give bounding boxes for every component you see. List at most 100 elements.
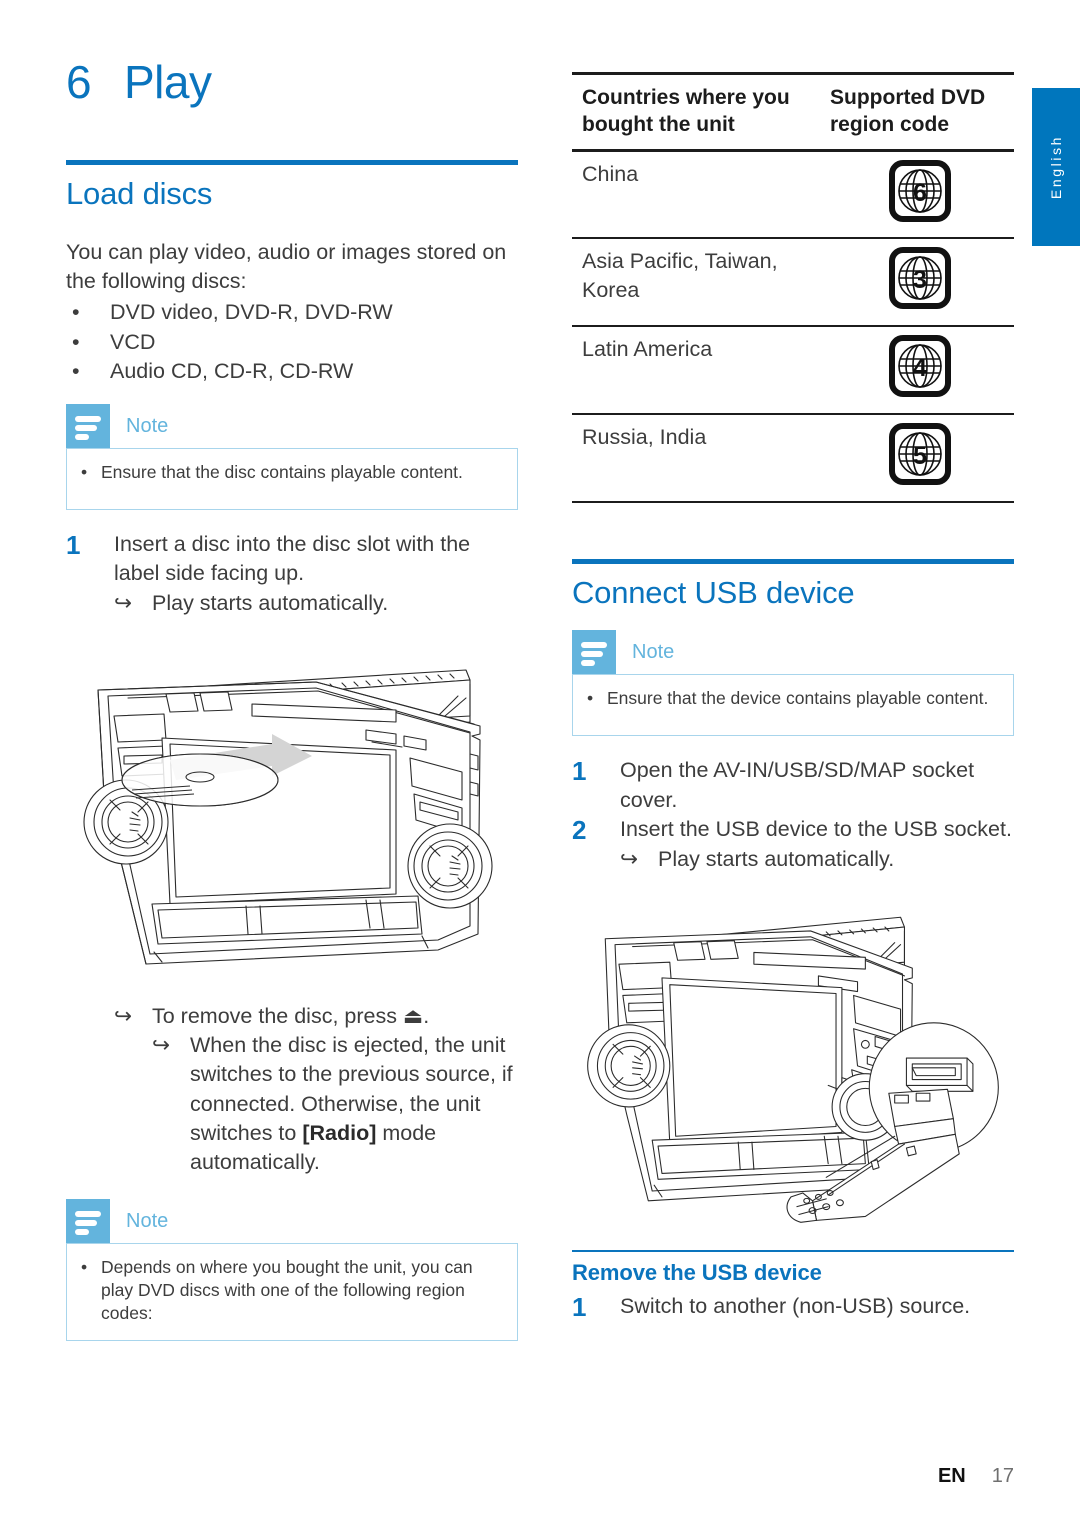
chapter-title: 6 Play (66, 56, 518, 108)
chapter-number: 6 (66, 56, 92, 108)
table-cell-region-code: 3 (820, 238, 1014, 326)
result-arrow-icon: ↪ (152, 1033, 171, 1058)
table-row: Latin America 4 (572, 326, 1014, 414)
section-title-load-discs: Load discs (66, 176, 213, 212)
step-number: 1 (572, 756, 587, 787)
intro-paragraph: You can play video, audio or images stor… (66, 239, 507, 294)
section-rule (66, 160, 518, 166)
chapter-name: Play (124, 56, 212, 108)
step-result-text: Play starts automatically. (152, 590, 389, 615)
left-column: 6 Play Load discs You can play video, au… (66, 58, 518, 1361)
note-item-text: Ensure that the disc contains playable c… (101, 462, 463, 483)
footer-page-number: 17 (991, 1465, 1014, 1487)
subsection-rule (572, 1250, 1014, 1253)
table-cell-countries: Latin America (582, 337, 713, 362)
step-result-text: Play starts automatically. (658, 847, 895, 872)
list-item-label: DVD video, DVD-R, DVD-RW (110, 300, 393, 325)
dvd-region-globe-icon: 5 (889, 422, 951, 485)
list-item: • VCD (66, 328, 518, 357)
svg-text:5: 5 (913, 442, 927, 470)
note-label: Note (632, 640, 675, 663)
bullet-glyph: • (587, 688, 594, 709)
step-text: Open the AV-IN/USB/SD/MAP socket cover. (620, 758, 975, 812)
table-cell-countries: Russia, India (582, 424, 707, 449)
result-arrow-icon: ↪ (114, 590, 133, 615)
dvd-region-globe-icon: 6 (889, 159, 951, 222)
result-arrow-icon: ↪ (114, 1003, 133, 1028)
list-item: • DVD video, DVD-R, DVD-RW (66, 298, 518, 327)
step-text: Insert a disc into the disc slot with th… (114, 532, 471, 586)
footer-language-code: EN (937, 1465, 966, 1487)
list-item-label: Audio CD, CD-R, CD-RW (110, 358, 354, 383)
result-arrow-icon: ↪ (620, 847, 639, 872)
note-icon (66, 1199, 110, 1244)
step-insert-usb: 2 Insert the USB device to the USB socke… (572, 815, 1014, 845)
note-item-text: Depends on where you bought the unit, yo… (101, 1257, 473, 1324)
section-rule (572, 558, 1014, 564)
step-text: Switch to another (non-USB) source. (620, 1294, 971, 1319)
note-header: Note (572, 630, 1014, 675)
dvd-region-code-table: Countries where you bought the unit Supp… (572, 72, 1014, 503)
table-header-countries: Countries where you bought the unit (582, 86, 790, 137)
note-box-usb-content: Note • Ensure that the device contains p… (572, 630, 1014, 737)
right-column: Countries where you bought the unit Supp… (572, 72, 1014, 1322)
manual-page: English 6 Play Load discs You can play v… (0, 0, 1080, 1526)
note-box-region-codes: Note • Depends on where you bought the u… (66, 1199, 518, 1341)
note-body: • Ensure that the disc contains playable… (66, 448, 518, 511)
page-footer: EN 17 (938, 1465, 1014, 1488)
table-cell-countries: China (582, 161, 639, 186)
step-number: 1 (66, 530, 81, 561)
bullet-glyph: • (72, 329, 80, 354)
dvd-region-globe-icon: 3 (889, 247, 951, 310)
table-row: Asia Pacific, Taiwan, Korea 3 (572, 238, 1014, 327)
language-tab: English (1032, 88, 1080, 246)
dvd-region-globe-icon: 4 (889, 335, 951, 398)
step-result-play-starts: ↪ Play starts automatically. (620, 845, 1014, 874)
step-result-play-starts: ↪ Play starts automatically. (114, 589, 518, 618)
usb-insert-figure (572, 884, 1024, 1236)
table-header-row: Countries where you bought the unit Supp… (572, 73, 1014, 151)
language-tab-label: English (1048, 134, 1064, 200)
step-switch-source: 1 Switch to another (non-USB) source. (572, 1292, 1014, 1322)
step-text: Insert the USB device to the USB socket. (620, 816, 1012, 841)
table-cell-region-code: 4 (820, 326, 1014, 414)
note-body: • Ensure that the device contains playab… (572, 674, 1014, 737)
note-body: • Depends on where you bought the unit, … (66, 1243, 518, 1341)
note-header: Note (66, 1199, 518, 1244)
bullet-glyph: • (81, 1257, 88, 1278)
table-cell-region-code: 6 (820, 150, 1014, 238)
note-item-text: Ensure that the device contains playable… (607, 688, 989, 709)
note-item: • Ensure that the disc contains playable… (81, 461, 503, 484)
note-icon (572, 630, 616, 675)
list-item-label: VCD (110, 329, 156, 354)
svg-text:3: 3 (913, 266, 927, 294)
step-insert-disc: 1 Insert a disc into the disc slot with … (66, 530, 518, 588)
car-head-unit-usb-insert-illustration (587, 916, 999, 1224)
note-label: Note (126, 414, 169, 437)
table-row: China 6 (572, 150, 1014, 239)
note-label: Note (126, 1209, 169, 1232)
step-open-socket-cover: 1 Open the AV-IN/USB/SD/MAP socket cover… (572, 756, 1014, 814)
note-header: Note (66, 404, 518, 449)
bullet-glyph: • (72, 358, 80, 383)
eject-result-text: To remove the disc, press ⏏. (152, 1003, 430, 1028)
svg-text:4: 4 (913, 354, 927, 382)
supported-disc-list: • DVD video, DVD-R, DVD-RW • VCD • Audio… (66, 298, 518, 386)
note-icon (66, 404, 110, 449)
note-item: • Depends on where you bought the unit, … (81, 1256, 503, 1325)
eject-result: ↪ To remove the disc, press ⏏. (114, 1002, 518, 1031)
note-item: • Ensure that the device contains playab… (587, 687, 999, 710)
car-head-unit-disc-insert-illustration (83, 669, 493, 965)
eject-detail-text: When the disc is ejected, the unit switc… (190, 1031, 518, 1177)
eject-detail: ↪ When the disc is ejected, the unit swi… (152, 1031, 518, 1177)
svg-text:6: 6 (913, 179, 927, 207)
note-box-disc-content: Note • Ensure that the disc contains pla… (66, 404, 518, 511)
table-cell-region-code: 5 (820, 414, 1014, 502)
bullet-glyph: • (72, 300, 80, 325)
subsection-title-remove-usb: Remove the USB device (572, 1260, 822, 1286)
step-number: 2 (572, 814, 587, 845)
disc-insert-figure (66, 634, 518, 984)
section-title-connect-usb: Connect USB device (572, 574, 855, 610)
bullet-glyph: • (81, 462, 88, 483)
table-header-region-code: Supported DVD region code (830, 86, 986, 137)
